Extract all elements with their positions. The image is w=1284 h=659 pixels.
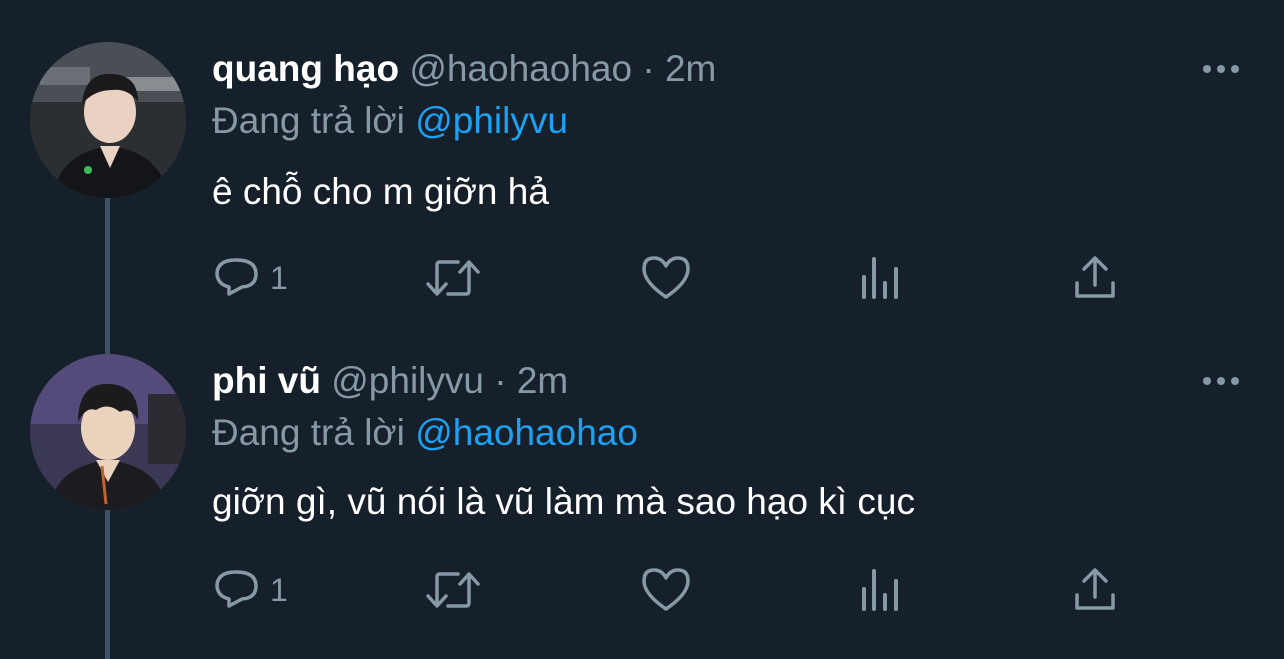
- share-icon: [1070, 565, 1120, 615]
- display-name[interactable]: phi vũ: [212, 360, 321, 401]
- tweet-text: giỡn gì, vũ nói là vũ làm mà sao hạo kì …: [212, 481, 915, 522]
- more-icon[interactable]: [1198, 57, 1244, 81]
- analytics-button[interactable]: [858, 562, 904, 618]
- display-name[interactable]: quang hạo: [212, 48, 399, 89]
- replying-to: Đang trả lời @philyvu: [212, 99, 568, 143]
- avatar[interactable]: [30, 42, 186, 198]
- retweet-button[interactable]: [424, 562, 482, 618]
- share-button[interactable]: [1070, 562, 1120, 618]
- timestamp[interactable]: 2m: [665, 48, 716, 89]
- like-icon: [640, 565, 692, 615]
- reply-icon: [212, 253, 262, 303]
- analytics-icon: [858, 565, 904, 615]
- replying-to-mention[interactable]: @philyvu: [415, 100, 568, 141]
- reply-count: 1: [270, 571, 288, 608]
- replying-to: Đang trả lời @haohaohao: [212, 411, 638, 455]
- replying-to-mention[interactable]: @haohaohao: [415, 412, 638, 453]
- tweet-header: phi vũ @philyvu · 2m: [212, 359, 568, 403]
- share-icon: [1070, 253, 1120, 303]
- analytics-icon: [858, 253, 904, 303]
- tweet[interactable]: quang hạo @haohaohao · 2m Đang trả lời @…: [0, 0, 1284, 312]
- username-handle[interactable]: @philyvu: [331, 360, 484, 401]
- reply-button[interactable]: 1: [212, 562, 288, 618]
- like-button[interactable]: [640, 250, 692, 306]
- separator-dot: ·: [642, 48, 655, 89]
- reply-thread: quang hạo @haohaohao · 2m Đang trả lời @…: [0, 0, 1284, 659]
- username-handle[interactable]: @haohaohao: [409, 48, 632, 89]
- share-button[interactable]: [1070, 250, 1120, 306]
- reply-count: 1: [270, 259, 288, 296]
- tweet-text: ê chỗ cho m giỡn hả: [212, 171, 549, 212]
- like-icon: [640, 253, 692, 303]
- retweet-icon: [424, 253, 482, 303]
- reply-button[interactable]: 1: [212, 250, 288, 306]
- timestamp[interactable]: 2m: [517, 360, 568, 401]
- retweet-button[interactable]: [424, 250, 482, 306]
- replying-to-prefix: Đang trả lời: [212, 412, 405, 453]
- more-icon[interactable]: [1198, 369, 1244, 393]
- separator-dot: ·: [494, 360, 507, 401]
- reply-icon: [212, 565, 262, 615]
- like-button[interactable]: [640, 562, 692, 618]
- tweet-header: quang hạo @haohaohao · 2m: [212, 47, 716, 91]
- retweet-icon: [424, 565, 482, 615]
- analytics-button[interactable]: [858, 250, 904, 306]
- tweet[interactable]: phi vũ @philyvu · 2m Đang trả lời @haoha…: [0, 312, 1284, 624]
- replying-to-prefix: Đang trả lời: [212, 100, 405, 141]
- avatar[interactable]: [30, 354, 186, 510]
